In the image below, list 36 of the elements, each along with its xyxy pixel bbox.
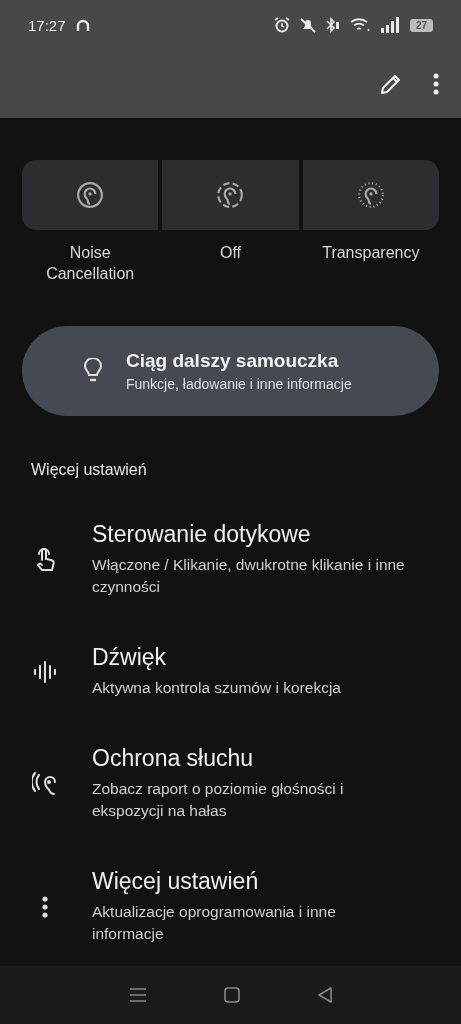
ear-icon: [356, 181, 385, 209]
ear-icon: [216, 181, 245, 209]
ear-icon: [76, 181, 105, 209]
mode-button[interactable]: [22, 160, 159, 230]
settings-item-subtitle: Aktualizacje oprogramowania i inne informacje: [92, 902, 337, 944]
tutorial-card[interactable]: Ciąg dalszy samouczka Funkcje, ładowanie i inne informacje: [22, 326, 439, 416]
settings-item-title[interactable]: Więcej ustawień: [92, 868, 410, 895]
lightbulb-icon: [84, 358, 102, 384]
settings-item-title[interactable]: Sterowanie dotykowe: [92, 521, 410, 548]
settings-item-subtitle: Aktywna kontrola szumów i korekcja: [92, 678, 341, 698]
tutorial-subtitle: Funkcje, ładowanie i inne informacje: [126, 376, 352, 392]
status-time: 17:27: [28, 16, 66, 34]
edit-icon[interactable]: [379, 72, 403, 96]
headphones-icon: [75, 18, 90, 32]
back-icon[interactable]: [316, 987, 333, 1003]
bluetooth-icon: [325, 17, 340, 33]
settings-item-subtitle: Zobacz raport o poziomie głośności i ekspozycji na hałas: [92, 779, 345, 821]
signal-icon: [379, 17, 400, 33]
sound-wave-icon: [32, 658, 58, 685]
settings-item-title[interactable]: Dźwięk: [92, 644, 341, 671]
battery-level: 27: [409, 18, 433, 32]
more-options-icon[interactable]: [433, 73, 439, 95]
tutorial-title: Ciąg dalszy samouczka: [126, 350, 340, 372]
menu-icon[interactable]: [128, 987, 147, 1003]
settings-item-title[interactable]: Ochrona słuchu: [92, 745, 410, 772]
more-icon: [41, 894, 49, 919]
mode-label: Transparency: [322, 243, 420, 263]
home-icon[interactable]: [223, 987, 240, 1003]
mode-label: Noise Cancellation: [45, 243, 136, 284]
alarm-icon: [273, 17, 290, 33]
wifi-icon: [349, 17, 370, 33]
settings-item-subtitle: Włączone / Klikanie, dwukrotne klikanie i inne czynności: [92, 555, 406, 597]
muted-bell-icon: [299, 17, 316, 33]
section-title: Więcej ustawień: [31, 461, 148, 479]
ear-icon: [32, 769, 58, 798]
mode-label: Off: [219, 243, 241, 263]
